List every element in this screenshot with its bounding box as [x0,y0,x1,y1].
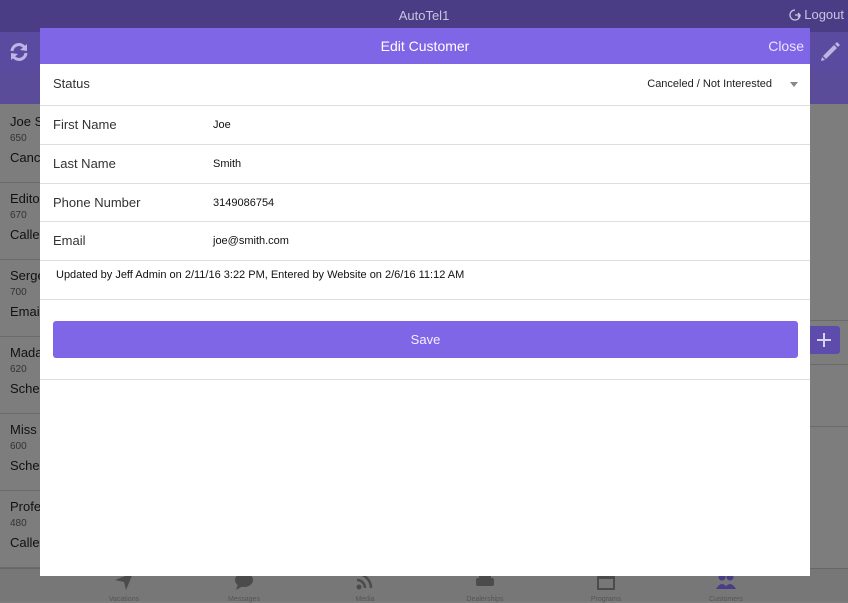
customer-status: Called [10,535,40,550]
modal-title: Edit Customer [380,38,470,54]
pencil-icon[interactable] [818,40,842,64]
app-title: AutoTel1 [398,8,450,23]
customer-name: Professor [10,499,40,514]
customer-name: Joe Smith [10,114,40,129]
customer-list-item[interactable]: Joe Smith 650 Canceled / Not Interested [0,106,40,183]
first-name-row: First Name Joe [40,106,810,145]
customer-name: Madame [10,345,40,360]
customer-name: Miss [10,422,37,437]
phone-row: Phone Number 3149086754 [40,183,810,222]
customer-status: Scheduled [10,458,40,473]
chevron-down-icon [790,82,798,87]
save-button[interactable]: Save [53,321,798,358]
divider [40,299,810,300]
last-name-field[interactable]: Smith [213,158,241,170]
modal-header: Edit Customer Close [40,28,810,64]
customer-status: Scheduled [10,381,40,396]
status-value: Canceled / Not Interested [647,78,772,90]
status-label: Status [53,76,90,91]
customer-code: 700 [10,287,27,298]
divider [810,364,848,365]
edit-customer-modal: Edit Customer Close Status Canceled / No… [40,28,810,576]
customer-name: Sergei [10,268,40,283]
phone-field[interactable]: 3149086754 [213,197,274,209]
status-select[interactable]: Status Canceled / Not Interested [40,64,810,106]
customer-code: 620 [10,364,27,375]
last-name-row: Last Name Smith [40,145,810,184]
sync-icon[interactable] [8,41,30,63]
logout-button[interactable]: Logout [789,7,844,22]
email-label: Email [53,233,86,248]
customer-code: 480 [10,518,27,529]
divider [810,320,848,321]
customer-code: 600 [10,441,27,452]
divider [810,426,848,427]
add-button[interactable] [808,326,840,354]
customer-list-item[interactable]: Professor 480 Called [0,491,40,568]
first-name-field[interactable]: Joe [213,119,231,131]
logout-label: Logout [804,7,844,22]
customer-code: 670 [10,210,27,221]
customer-list-item[interactable]: Sergei 700 Emailed [0,260,40,337]
close-button[interactable]: Close [768,38,804,54]
customer-code: 650 [10,133,27,144]
customer-status: Called [10,227,40,242]
first-name-label: First Name [53,117,117,132]
phone-label: Phone Number [53,195,141,210]
customer-list-item[interactable]: Editor 670 Called [0,183,40,260]
email-row: Email joe@smith.com [40,222,810,261]
logout-icon [789,8,802,21]
customer-list-item[interactable]: Madame 620 Scheduled [0,337,40,414]
customer-status: Emailed [10,304,40,319]
customer-status: Canceled / Not Interested [10,150,40,165]
divider [40,379,810,380]
last-name-label: Last Name [53,156,116,171]
customer-list-item[interactable]: Miss 600 Scheduled [0,414,40,491]
customer-name: Editor [10,191,40,206]
email-field[interactable]: joe@smith.com [213,235,289,247]
audit-info: Updated by Jeff Admin on 2/11/16 3:22 PM… [56,269,465,281]
